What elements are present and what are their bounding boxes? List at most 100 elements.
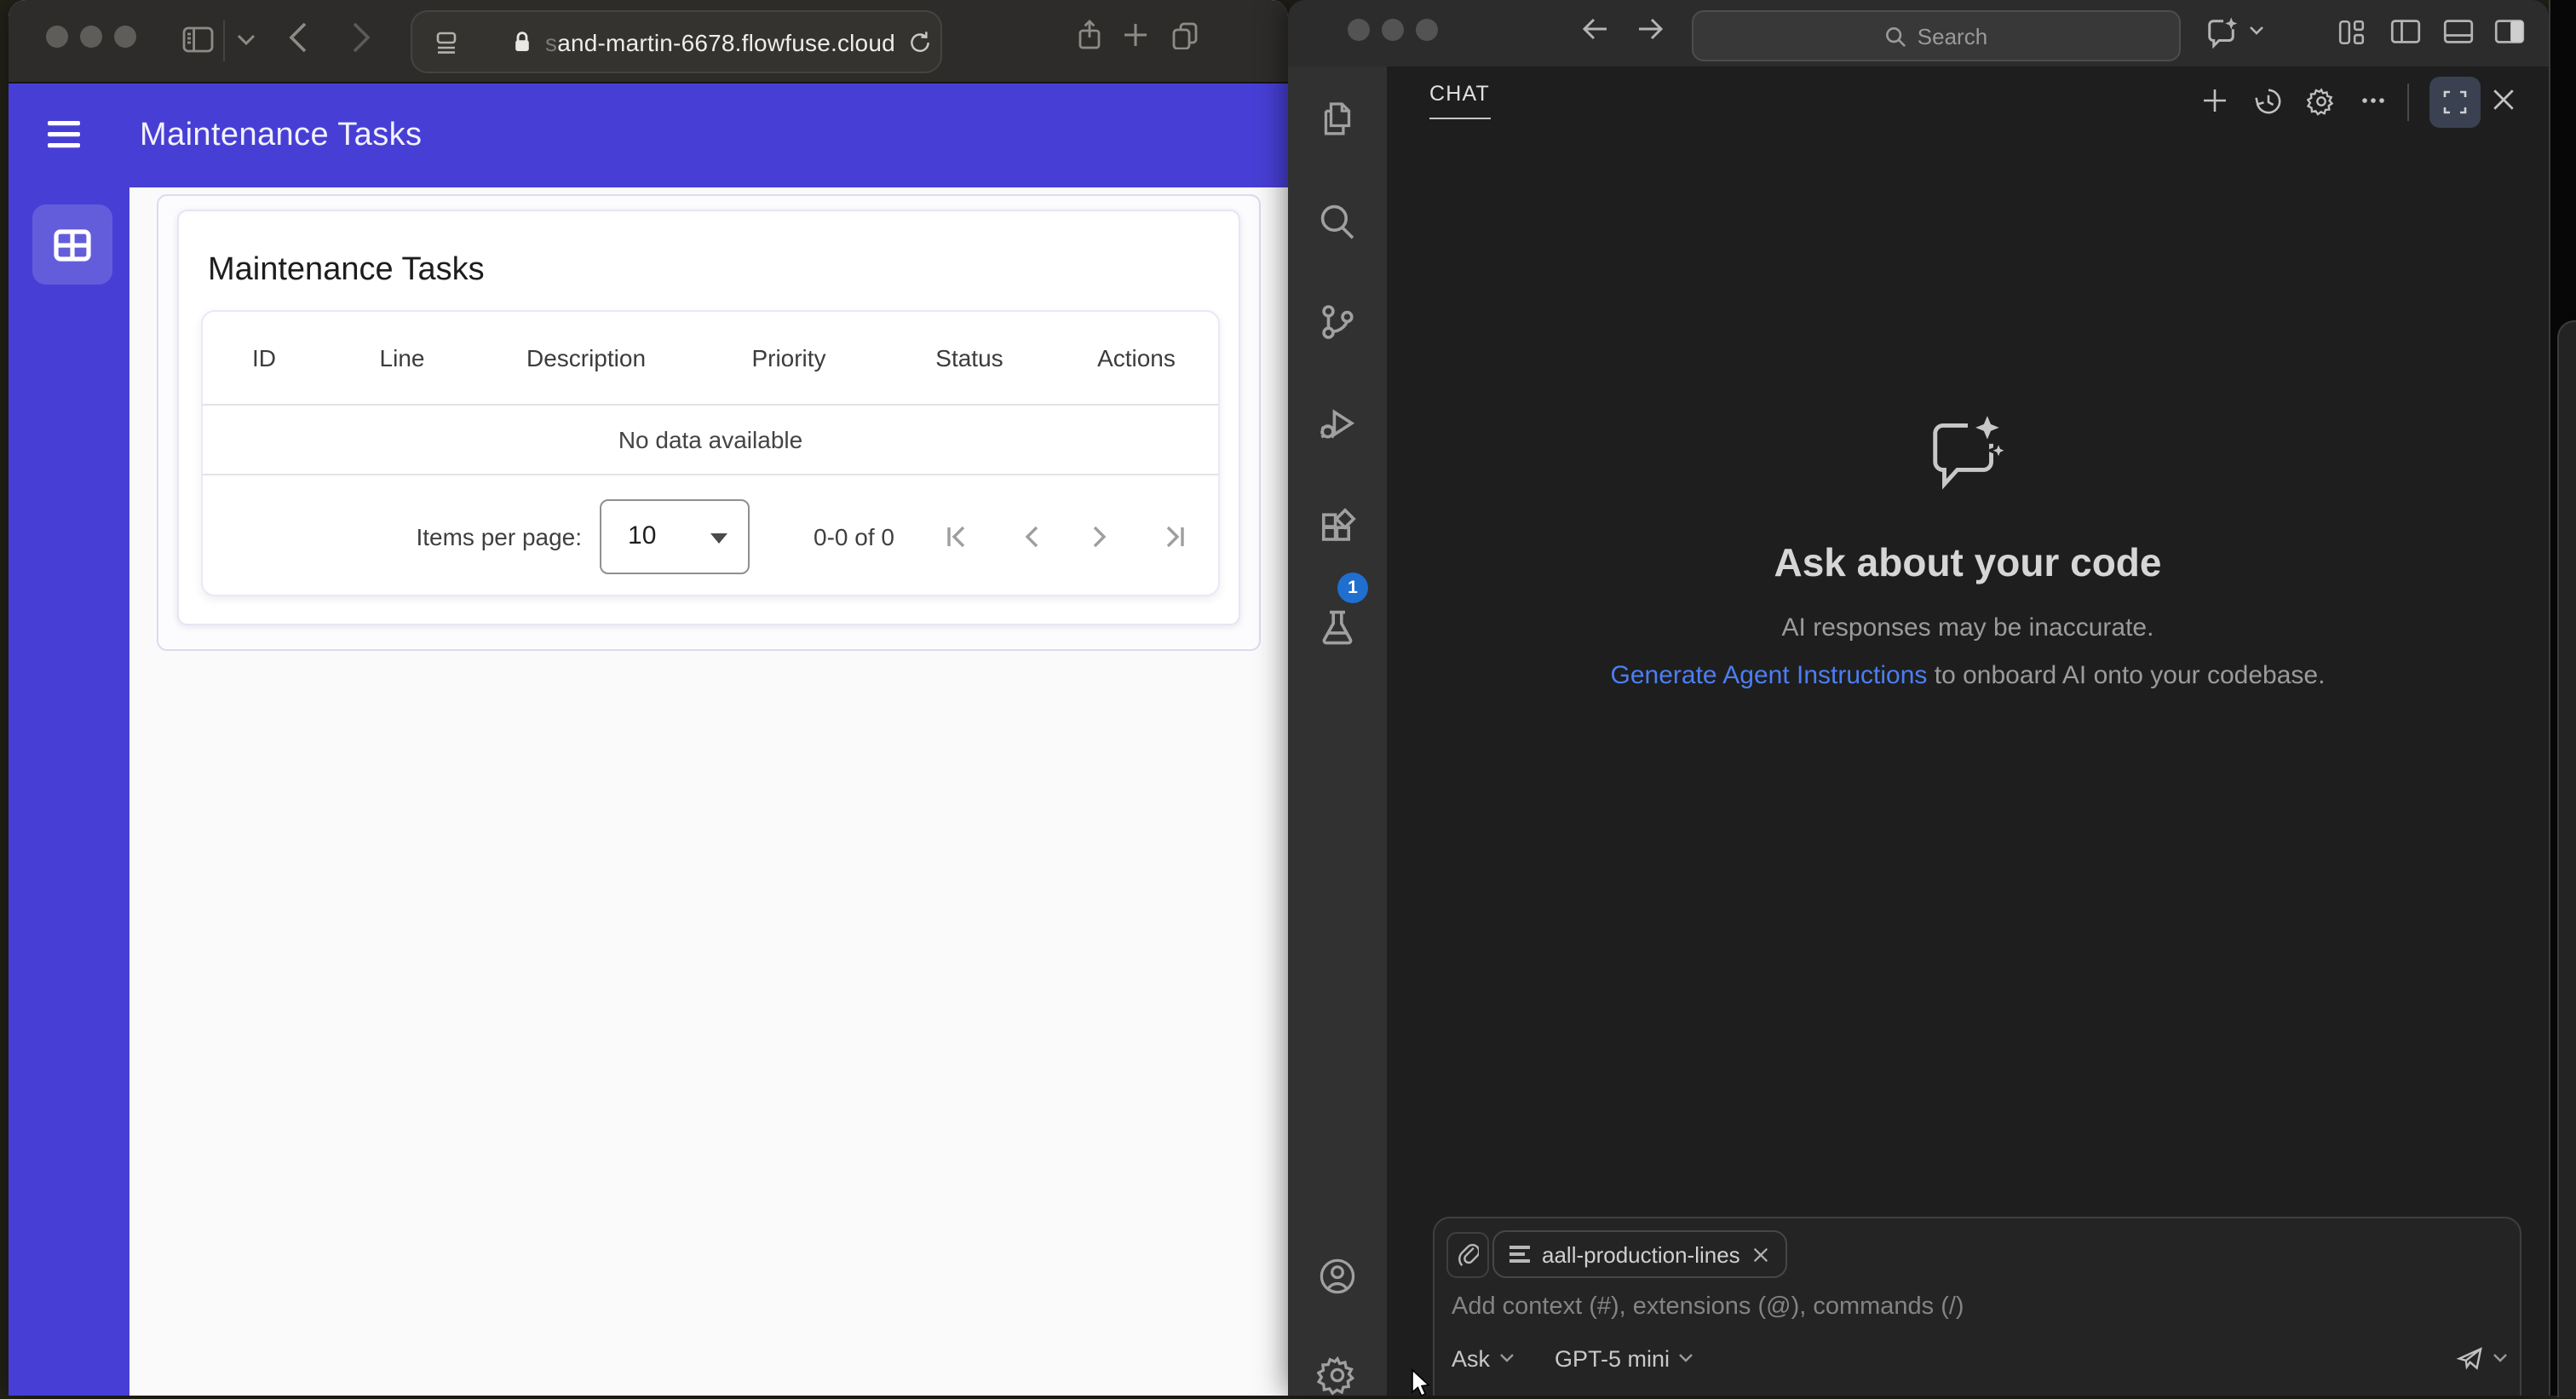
- app-header-title: Maintenance Tasks: [140, 117, 423, 153]
- toggle-primary-sidebar-icon[interactable]: [2390, 19, 2421, 44]
- chat-empty-title: Ask about your code: [1774, 540, 2162, 584]
- window-edge: [2549, 0, 2550, 1396]
- testing-icon[interactable]: [1317, 607, 1358, 648]
- sidebar-item-table-page[interactable]: [32, 204, 112, 285]
- next-page-button[interactable]: [1090, 522, 1111, 550]
- chat-history-icon[interactable]: [2254, 87, 2283, 116]
- background-window-corner: [2557, 320, 2576, 1397]
- maintenance-tasks-card: Maintenance Tasks ID Line Description Pr…: [177, 210, 1240, 625]
- tasks-table: ID Line Description Priority Status Acti…: [203, 312, 1218, 404]
- tab-overview-icon[interactable]: [1170, 20, 1199, 49]
- pagination-range: 0-0 of 0: [814, 522, 894, 550]
- page-group-card: Maintenance Tasks ID Line Description Pr…: [157, 194, 1261, 651]
- attach-context-button[interactable]: [1446, 1232, 1489, 1278]
- source-control-icon[interactable]: [1317, 302, 1358, 343]
- forward-button[interactable]: [351, 20, 371, 55]
- url-text: sand-martin-6678.flowfuse.cloud: [545, 28, 895, 55]
- column-header-description: Description: [526, 344, 647, 371]
- items-per-page-select[interactable]: 10: [599, 498, 750, 573]
- vscode-window: Search 1 CHAT Ask about your code AI res…: [1288, 0, 2549, 1396]
- explorer-icon[interactable]: [1317, 99, 1358, 140]
- copilot-chat-sparkle-icon: [1923, 407, 2012, 496]
- mouse-cursor: [1411, 1368, 1435, 1399]
- close-window-button[interactable]: [1348, 19, 1370, 41]
- activity-bar: 1: [1288, 66, 1387, 1396]
- page-settings-icon[interactable]: [433, 28, 460, 55]
- items-per-page-label: Items per page:: [416, 522, 583, 550]
- column-header-actions: Actions: [1097, 344, 1176, 371]
- toggle-panel-icon[interactable]: [2443, 19, 2474, 44]
- account-icon[interactable]: [1317, 1256, 1358, 1297]
- chevron-down-icon[interactable]: [1498, 1353, 1514, 1363]
- minimize-window-button[interactable]: [80, 26, 102, 48]
- hamburger-menu-icon[interactable]: [48, 121, 80, 148]
- chat-settings-gear-icon[interactable]: [2307, 87, 2336, 116]
- generate-agent-instructions-link[interactable]: Generate Agent Instructions: [1611, 661, 1928, 690]
- toggle-secondary-sidebar-icon[interactable]: [2494, 19, 2525, 44]
- column-header-priority: Priority: [751, 344, 826, 371]
- app-sidebar: [9, 187, 129, 1396]
- run-debug-icon[interactable]: [1317, 404, 1358, 445]
- maximize-panel-button[interactable]: [2429, 77, 2481, 128]
- close-panel-icon[interactable]: [2491, 87, 2516, 112]
- column-header-line: Line: [379, 344, 425, 371]
- share-icon[interactable]: [1077, 19, 1102, 51]
- last-page-button[interactable]: [1160, 522, 1187, 550]
- tab-chat[interactable]: CHAT: [1429, 82, 1490, 119]
- divider: [2407, 83, 2409, 121]
- model-picker[interactable]: GPT-5 mini: [1555, 1345, 1670, 1371]
- close-window-button[interactable]: [46, 26, 68, 48]
- chat-empty-state: Ask about your code AI responses may be …: [1387, 407, 2549, 690]
- vscode-titlebar: Search: [1288, 0, 2549, 66]
- address-bar[interactable]: sand-martin-6678.flowfuse.cloud: [411, 10, 942, 73]
- chat-empty-subtitle: AI responses may be inaccurate.: [1781, 613, 2154, 642]
- chevron-down-icon[interactable]: [2249, 26, 2264, 36]
- table-header-row: ID Line Description Priority Status Acti…: [203, 312, 1218, 404]
- mode-picker[interactable]: Ask: [1452, 1345, 1490, 1371]
- minimize-window-button[interactable]: [1382, 19, 1404, 41]
- column-header-status: Status: [935, 344, 1003, 371]
- app-content: Maintenance Tasks ID Line Description Pr…: [129, 187, 1288, 1396]
- search-icon: [1885, 25, 1907, 47]
- zoom-window-button[interactable]: [114, 26, 136, 48]
- send-button[interactable]: [2455, 1344, 2508, 1372]
- context-chip-label: aall-production-lines: [1542, 1241, 1740, 1267]
- send-options-chevron-icon: [2493, 1354, 2507, 1362]
- chat-input-container[interactable]: aall-production-lines Add context (#), e…: [1433, 1217, 2521, 1396]
- context-chip[interactable]: aall-production-lines: [1492, 1230, 1788, 1278]
- table-grid-icon: [53, 227, 92, 262]
- safari-toolbar: sand-martin-6678.flowfuse.cloud: [9, 0, 1288, 83]
- card-title: Maintenance Tasks: [208, 252, 485, 288]
- app-header: Maintenance Tasks: [9, 83, 1288, 187]
- column-header-id: ID: [252, 344, 276, 371]
- select-caret-icon: [710, 533, 727, 543]
- zoom-window-button[interactable]: [1416, 19, 1438, 41]
- chat-input-placeholder[interactable]: Add context (#), extensions (@), command…: [1452, 1293, 1964, 1321]
- chevron-down-icon[interactable]: [237, 34, 256, 46]
- desktop: sand-martin-6678.flowfuse.cloud Maintena…: [0, 0, 2576, 1399]
- reload-icon[interactable]: [909, 30, 933, 54]
- copilot-icon[interactable]: [2205, 15, 2242, 49]
- extensions-icon[interactable]: [1317, 506, 1358, 547]
- search-icon[interactable]: [1317, 201, 1358, 242]
- remove-context-icon[interactable]: [1752, 1245, 1771, 1264]
- chat-panel: CHAT Ask about your code AI responses ma…: [1387, 66, 2549, 1396]
- command-center-search[interactable]: Search: [1692, 10, 2181, 61]
- chat-empty-hint: Generate Agent Instructions to onboard A…: [1610, 661, 2326, 690]
- first-page-button[interactable]: [944, 522, 971, 550]
- new-tab-icon[interactable]: [1123, 22, 1148, 48]
- customize-layout-icon[interactable]: [2337, 17, 2366, 48]
- settings-gear-icon[interactable]: [1317, 1355, 1358, 1396]
- history-back-icon[interactable]: [1581, 17, 1610, 41]
- back-button[interactable]: [288, 20, 308, 55]
- history-forward-icon[interactable]: [1636, 17, 1665, 41]
- more-actions-icon[interactable]: [2361, 97, 2385, 104]
- safari-window: sand-martin-6678.flowfuse.cloud Maintena…: [9, 0, 1288, 1396]
- table-pagination: Items per page: 10 0-0 of 0: [203, 475, 1218, 595]
- toolbar-divider: [223, 20, 225, 61]
- lock-icon: [511, 29, 533, 55]
- new-chat-icon[interactable]: [2201, 87, 2228, 114]
- previous-page-button[interactable]: [1021, 522, 1041, 550]
- chevron-down-icon[interactable]: [1678, 1353, 1693, 1363]
- sidebar-toggle-icon[interactable]: [182, 26, 215, 55]
